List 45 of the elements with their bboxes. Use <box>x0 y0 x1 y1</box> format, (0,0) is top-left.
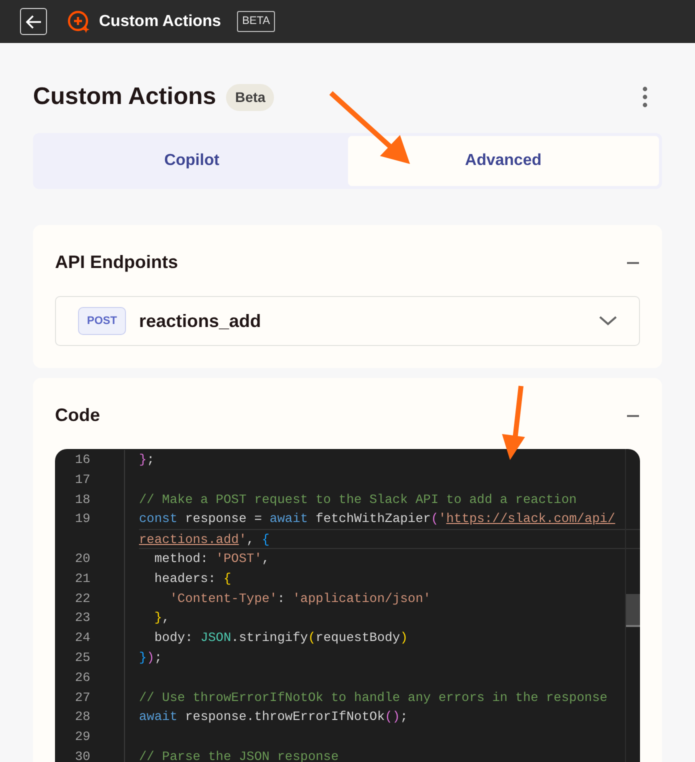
more-options-icon[interactable] <box>642 86 648 108</box>
code-line: reactions.add', { <box>139 532 270 548</box>
code-line: }); <box>139 650 162 665</box>
plus-circle-icon <box>67 10 91 34</box>
code-line: // Make a POST request to the Slack API to add a reaction <box>139 492 577 507</box>
line-number: 28 <box>75 709 90 724</box>
beta-badge: Beta <box>226 84 274 110</box>
line-number: 23 <box>75 610 90 626</box>
line-number: 17 <box>75 472 90 487</box>
code-line: headers: { <box>153 570 232 586</box>
code-line: 'Content-Type': 'application/json' <box>168 590 431 606</box>
scrollbar[interactable] <box>625 449 640 762</box>
endpoint-dropdown[interactable]: POST reactions_add <box>55 296 640 346</box>
code-line: const response = await fetchWithZapier('https://slack.com/api/ <box>139 511 616 526</box>
app-title: Custom Actions <box>99 12 222 32</box>
method-badge: POST <box>78 306 126 336</box>
tab[interactable]: Advanced <box>348 136 659 186</box>
code-line: method: 'POST', <box>153 550 270 566</box>
code-line: body: JSON.stringify(requestBody) <box>153 630 408 646</box>
code-line: await response.throwErrorIfNotOk(); <box>139 709 408 724</box>
code-editor[interactable] <box>55 449 640 762</box>
line-number: 16 <box>75 452 90 467</box>
back-button[interactable] <box>20 8 47 35</box>
line-number: 25 <box>75 650 90 665</box>
line-number: 19 <box>75 511 90 526</box>
beta-badge: BETA <box>237 11 275 32</box>
back-arrow-icon <box>26 14 42 28</box>
line-number: 26 <box>75 670 90 685</box>
line-number: 27 <box>75 690 90 705</box>
section-title: API Endpoints <box>55 251 178 274</box>
endpoint-name: reactions_add <box>138 310 261 332</box>
line-number: 21 <box>75 570 90 586</box>
code-line: }, <box>153 610 170 626</box>
line-number: 18 <box>75 492 90 507</box>
chevron-down-icon[interactable] <box>599 316 617 326</box>
section-title: Code <box>55 404 100 427</box>
tab[interactable]: Copilot <box>36 136 348 186</box>
line-number: 20 <box>75 550 90 566</box>
page-title: Custom Actions <box>33 82 216 112</box>
line-number: 22 <box>75 590 90 606</box>
code-line: }; <box>139 452 154 467</box>
line-number: 24 <box>75 630 90 646</box>
line-number: 29 <box>75 729 90 744</box>
code-line: // Use throwErrorIfNotOk to handle any errors in the response <box>139 690 608 705</box>
line-number: 30 <box>75 748 90 762</box>
